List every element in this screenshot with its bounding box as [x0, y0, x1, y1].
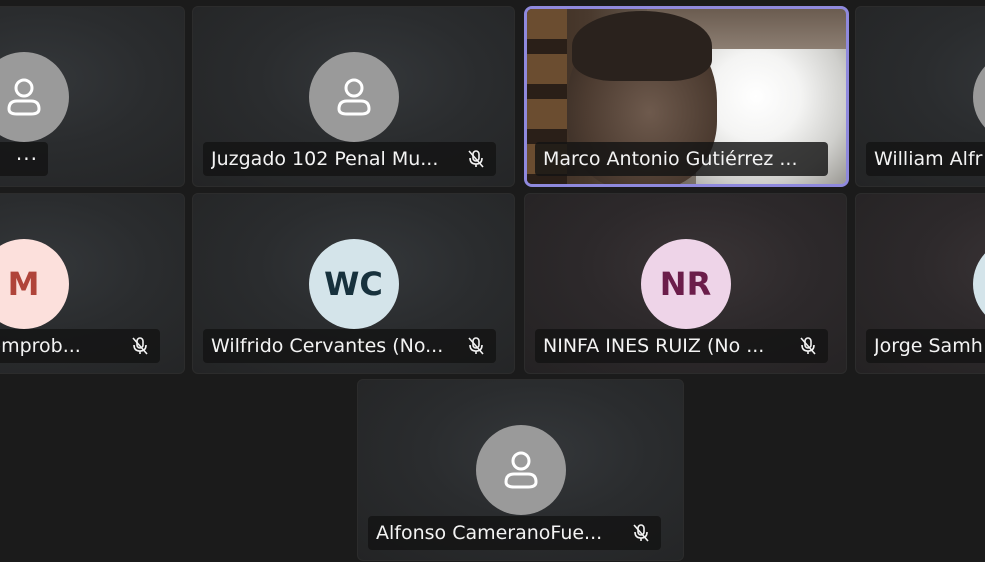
video-person-hair: [572, 11, 712, 81]
participant-tile[interactable]: Jorge Samh: [855, 193, 985, 374]
participant-name: Juzgado 102 Penal Mu...: [211, 148, 439, 170]
participant-name: Alfonso CameranoFue...: [376, 522, 603, 544]
more-options-icon[interactable]: ···: [16, 147, 38, 171]
mic-off-icon: [0, 148, 2, 170]
participant-name: Marco Antonio Gutiérrez ...: [543, 148, 798, 170]
mic-off-icon: [798, 335, 818, 357]
participant-tile[interactable]: WC Wilfrido Cervantes (No...: [192, 193, 515, 374]
participant-name-bar: Juzgado 102 Penal Mu...: [203, 142, 496, 176]
participant-avatar-initials: [973, 239, 985, 329]
participant-name: comprob...: [0, 335, 81, 357]
mic-off-icon: [130, 335, 150, 357]
participant-name-bar: Marco Antonio Gutiérrez ...: [535, 142, 828, 176]
participant-avatar: [973, 52, 985, 142]
participant-name: William Alfr: [874, 148, 983, 170]
participant-name: NINFA INES RUIZ (No ...: [543, 335, 765, 357]
mic-off-icon: [466, 148, 486, 170]
participant-tile[interactable]: Juzgado 102 Penal Mu...: [192, 6, 515, 187]
mic-off-icon: [466, 335, 486, 357]
participant-tile-active-speaker[interactable]: Marco Antonio Gutiérrez ...: [524, 6, 849, 187]
participant-tile[interactable]: NR NINFA INES RUIZ (No ...: [524, 193, 847, 374]
participant-avatar: [308, 52, 399, 142]
mic-off-icon: [631, 522, 651, 544]
participant-avatar-initials: WC: [308, 239, 399, 329]
person-icon: [503, 451, 538, 489]
participant-name-bar: William Alfr: [866, 142, 985, 176]
participant-avatar-initials: NR: [640, 239, 731, 329]
participant-name-bar: NINFA INES RUIZ (No ...: [535, 329, 828, 363]
participant-avatar-initials: M: [0, 239, 69, 329]
person-icon: [336, 78, 371, 116]
participant-tile[interactable]: M comprob...: [0, 193, 185, 374]
participant-initials: M: [7, 265, 40, 303]
participant-name: Wilfrido Cervantes (No...: [211, 335, 444, 357]
participant-name: Jorge Samh: [874, 335, 983, 357]
participant-tile[interactable]: William Alfr: [855, 6, 985, 187]
participant-tile[interactable]: Alfonso CameranoFue...: [357, 379, 684, 561]
participant-initials: NR: [659, 265, 712, 303]
person-icon: [6, 78, 41, 116]
participant-tile[interactable]: ···: [0, 6, 185, 187]
participant-name-bar: Wilfrido Cervantes (No...: [203, 329, 496, 363]
participant-name-bar: comprob...: [0, 329, 160, 363]
meeting-stage: ··· Juzgado 102 Penal Mu... Marco Antoni…: [0, 0, 985, 562]
participant-name-bar: Alfonso CameranoFue...: [368, 516, 661, 550]
participant-avatar: [475, 425, 566, 515]
participant-avatar: [0, 52, 69, 142]
participant-name-bar: Jorge Samh: [866, 329, 985, 363]
participant-name-bar: ···: [0, 142, 48, 176]
participant-initials: WC: [324, 265, 383, 303]
